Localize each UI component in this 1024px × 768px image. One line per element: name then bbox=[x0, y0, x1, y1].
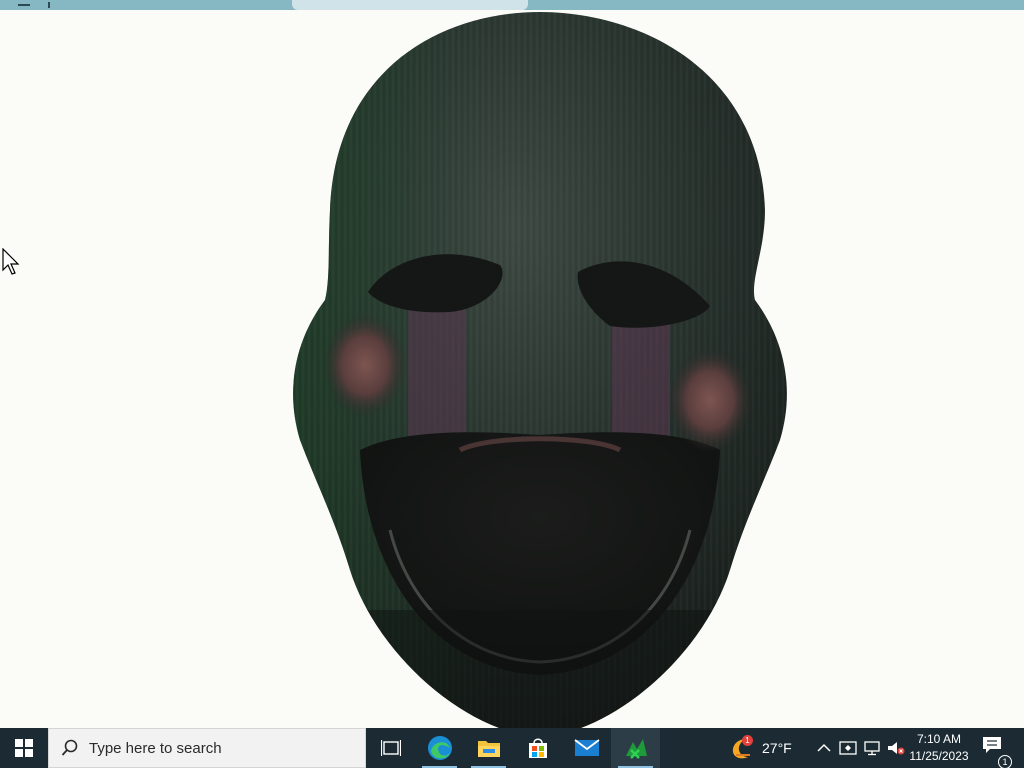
edge-button[interactable] bbox=[415, 728, 464, 768]
network-icon bbox=[864, 741, 880, 756]
task-view-button[interactable] bbox=[366, 728, 415, 768]
security-tray-button[interactable] bbox=[836, 728, 860, 768]
active-app-button[interactable] bbox=[611, 728, 660, 768]
weather-widget[interactable]: 1 27°F bbox=[728, 728, 798, 768]
notification-icon-wrap: 1 bbox=[982, 736, 1012, 768]
search-placeholder: Type here to search bbox=[89, 739, 222, 757]
network-tray-button[interactable] bbox=[860, 728, 884, 768]
clock-date: 11/25/2023 bbox=[909, 749, 969, 763]
edge-icon bbox=[427, 736, 452, 760]
weather-temperature: 27°F bbox=[762, 740, 792, 756]
screen: Type here to search 1 27°F 7:10 AM 11/25… bbox=[0, 0, 1024, 768]
windows-logo-icon bbox=[15, 739, 33, 757]
speaker-muted-icon bbox=[888, 742, 905, 755]
taskbar: Type here to search 1 27°F 7:10 AM 11/25… bbox=[0, 728, 1024, 768]
window-control-icon[interactable] bbox=[18, 4, 30, 6]
notification-center-button[interactable]: 1 bbox=[980, 728, 1012, 768]
mail-icon bbox=[573, 739, 600, 756]
green-app-icon bbox=[625, 739, 647, 759]
file-explorer-button[interactable] bbox=[464, 728, 513, 768]
notification-count: 1 bbox=[998, 755, 1012, 768]
store-icon bbox=[528, 738, 547, 758]
mouse-cursor-icon bbox=[2, 248, 20, 275]
store-button[interactable] bbox=[513, 728, 562, 768]
clock-time: 7:10 AM bbox=[916, 732, 962, 746]
notification-icon bbox=[983, 737, 1001, 753]
mask-model[interactable] bbox=[290, 10, 790, 728]
window-title-strip bbox=[0, 0, 1024, 10]
folder-icon bbox=[477, 741, 500, 757]
chevron-up-icon bbox=[817, 743, 831, 752]
task-view-icon bbox=[380, 740, 401, 756]
weather-badge: 1 bbox=[742, 735, 753, 746]
render-viewport[interactable] bbox=[0, 10, 1024, 728]
window-title-pill bbox=[292, 0, 528, 10]
show-hidden-icons-button[interactable] bbox=[812, 728, 836, 768]
clock[interactable]: 7:10 AM 11/25/2023 bbox=[906, 731, 972, 765]
window-separator bbox=[48, 2, 50, 8]
start-button[interactable] bbox=[0, 728, 48, 768]
weather-icon-wrap: 1 bbox=[728, 735, 754, 761]
mail-button[interactable] bbox=[562, 728, 611, 768]
system-tray bbox=[812, 728, 908, 768]
security-icon bbox=[839, 741, 857, 755]
volume-tray-button[interactable] bbox=[884, 728, 908, 768]
search-box[interactable]: Type here to search bbox=[48, 728, 366, 768]
search-icon bbox=[61, 739, 78, 756]
